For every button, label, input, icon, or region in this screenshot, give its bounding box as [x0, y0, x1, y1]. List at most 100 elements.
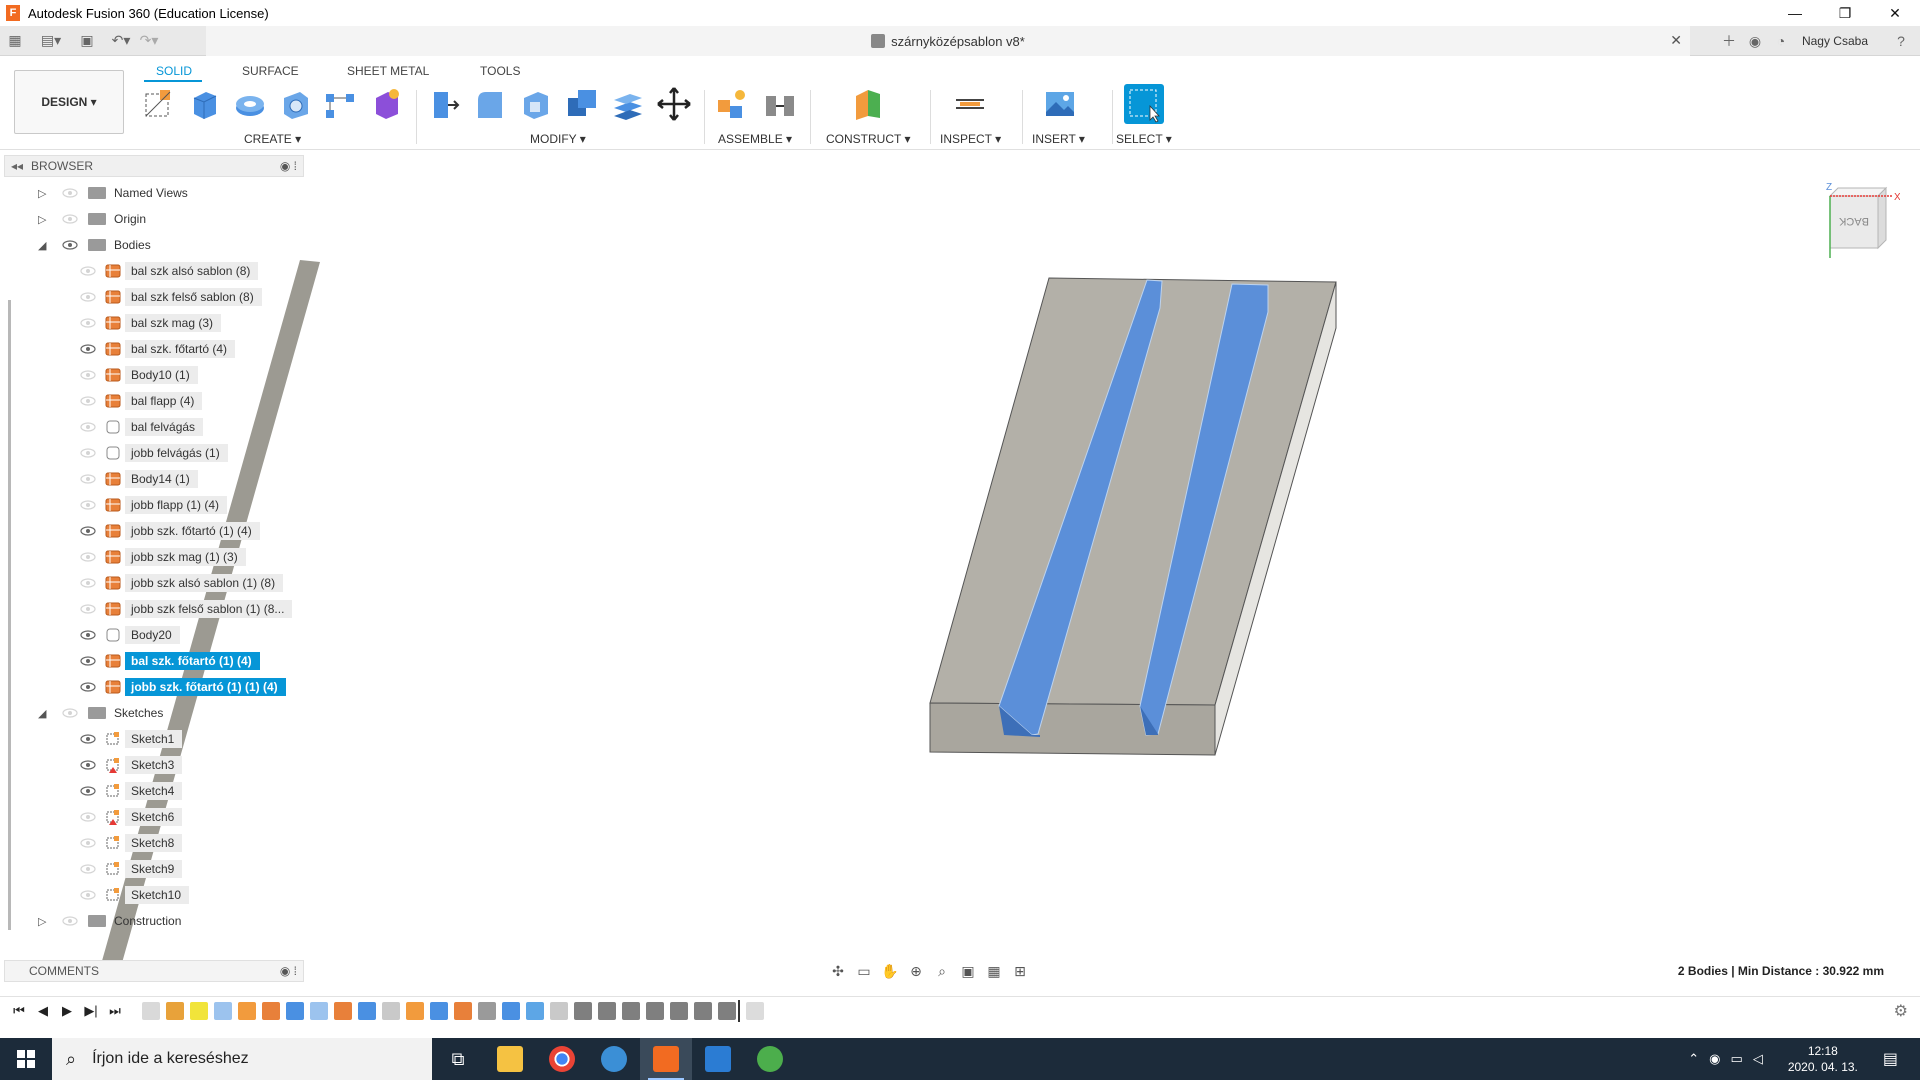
visibility-eye-icon[interactable] — [80, 422, 96, 432]
timeline-feature[interactable] — [358, 1001, 376, 1020]
taskbar-search[interactable]: ⌕ Írjon ide a kereséshez — [52, 1038, 432, 1080]
select-tool-icon[interactable] — [1124, 84, 1164, 124]
browser-header[interactable]: ◂◂ BROWSER ◉ ⁞ — [4, 155, 304, 177]
tray-expand-icon[interactable]: ⌃ — [1688, 1051, 1699, 1067]
browser-item-bal-szk-f-tart-1-4[interactable]: bal szk. főtartó (1) (4) — [8, 651, 308, 671]
timeline-feature[interactable] — [746, 1001, 764, 1020]
construct-menu[interactable]: CONSTRUCT ▾ — [826, 132, 910, 146]
browser-folder-named-views[interactable]: ▷ Named Views — [8, 183, 308, 203]
visibility-eye-icon[interactable] — [80, 656, 96, 666]
browser-item-jobb-felv-g-s-1[interactable]: jobb felvágás (1) — [8, 443, 308, 463]
browser-item-jobb-szk-f-tart-1-4[interactable]: jobb szk. főtartó (1) (4) — [8, 521, 308, 541]
browser-item-jobb-szk-f-tart-1-1-4[interactable]: jobb szk. főtartó (1) (1) (4) — [8, 677, 308, 697]
tab-tools[interactable]: TOOLS — [480, 64, 520, 78]
timeline-feature[interactable] — [646, 1001, 664, 1020]
insert-menu[interactable]: INSERT ▾ — [1032, 132, 1085, 146]
close-tab-icon[interactable]: ✕ — [1670, 32, 1682, 49]
browser-item-jobb-flapp-1-4[interactable]: jobb flapp (1) (4) — [8, 495, 308, 515]
browser-item-bal-felv-g-s[interactable]: bal felvágás — [8, 417, 308, 437]
create-menu[interactable]: CREATE ▾ — [244, 132, 301, 146]
taskbar-fusion[interactable] — [640, 1038, 692, 1080]
save-icon[interactable]: ▣ — [76, 30, 98, 52]
combine-icon[interactable] — [564, 86, 600, 122]
timeline-prev-icon[interactable]: ◀ — [32, 1001, 54, 1021]
browser-folder-origin[interactable]: ▷ Origin — [8, 209, 308, 229]
offset-face-icon[interactable] — [610, 86, 646, 122]
volume-icon[interactable]: ◁ — [1753, 1051, 1763, 1067]
joint-icon[interactable] — [762, 86, 798, 122]
collapse-browser-icon[interactable]: ◂◂ — [11, 159, 23, 173]
start-button[interactable] — [0, 1038, 52, 1080]
timeline-feature[interactable] — [718, 1001, 736, 1020]
browser-item-sketch6[interactable]: Sketch6 — [8, 807, 308, 827]
tab-sheet-metal[interactable]: SHEET METAL — [347, 64, 429, 78]
minimize-button[interactable]: — — [1770, 0, 1820, 26]
visibility-eye-icon[interactable] — [80, 318, 96, 328]
visibility-eye-icon[interactable] — [80, 500, 96, 510]
file-menu-icon[interactable]: ▤▾ — [40, 30, 62, 52]
create-sketch-icon[interactable] — [140, 86, 176, 122]
tray-app-icon[interactable]: ◉ — [1709, 1051, 1720, 1067]
help-icon[interactable]: ? — [1890, 30, 1912, 52]
timeline-feature[interactable] — [502, 1001, 520, 1020]
taskbar-utorrent[interactable] — [744, 1038, 796, 1080]
visibility-eye-icon[interactable] — [80, 604, 96, 614]
timeline-feature[interactable] — [166, 1001, 184, 1020]
visibility-eye-icon[interactable] — [80, 266, 96, 276]
fillet-icon[interactable] — [472, 86, 508, 122]
visibility-eye-icon[interactable] — [80, 890, 96, 900]
taskbar-explorer[interactable] — [484, 1038, 536, 1080]
timeline-feature[interactable] — [142, 1001, 160, 1020]
taskbar-app-3[interactable] — [588, 1038, 640, 1080]
visibility-eye-icon[interactable] — [80, 864, 96, 874]
pan-icon[interactable]: ✋ — [880, 961, 900, 981]
zoom-icon[interactable]: ⊕ — [906, 961, 926, 981]
hole-icon[interactable] — [278, 86, 314, 122]
timeline-play-icon[interactable]: ▶ — [56, 1001, 78, 1021]
browser-item-bal-szk-mag-3[interactable]: bal szk mag (3) — [8, 313, 308, 333]
visibility-eye-icon[interactable] — [80, 682, 96, 692]
taskbar-photos[interactable] — [692, 1038, 744, 1080]
taskbar-chrome[interactable] — [536, 1038, 588, 1080]
timeline-feature[interactable] — [286, 1001, 304, 1020]
visibility-eye-icon[interactable] — [80, 760, 96, 770]
assemble-menu[interactable]: ASSEMBLE ▾ — [718, 132, 792, 146]
workspace-switcher[interactable]: DESIGN ▾ — [14, 70, 124, 134]
press-pull-icon[interactable] — [426, 86, 462, 122]
timeline-feature[interactable] — [478, 1001, 496, 1020]
clock[interactable]: 12:18 2020. 04. 13. — [1788, 1043, 1858, 1075]
document-tab[interactable]: szárnyközépsablon v8* ✕ — [206, 26, 1690, 56]
visibility-eye-icon[interactable] — [80, 292, 96, 302]
modify-menu[interactable]: MODIFY ▾ — [530, 132, 586, 146]
browser-item-jobb-szk-mag-1-3[interactable]: jobb szk mag (1) (3) — [8, 547, 308, 567]
extensions-icon[interactable]: ◉ — [1744, 30, 1766, 52]
timeline-feature[interactable] — [262, 1001, 280, 1020]
close-button[interactable]: ✕ — [1870, 0, 1920, 26]
visibility-eye-icon[interactable] — [80, 786, 96, 796]
timeline-feature[interactable] — [670, 1001, 688, 1020]
browser-item-sketch3[interactable]: Sketch3 — [8, 755, 308, 775]
job-status-icon[interactable]: ◔ — [1770, 30, 1792, 52]
browser-item-sketch9[interactable]: Sketch9 — [8, 859, 308, 879]
visibility-eye-icon[interactable] — [80, 812, 96, 822]
visibility-eye-icon[interactable] — [62, 240, 78, 250]
expand-toggle-icon[interactable]: ▷ — [38, 213, 50, 226]
timeline-feature[interactable] — [382, 1001, 400, 1020]
shell-icon[interactable] — [518, 86, 554, 122]
browser-folder-construction[interactable]: ▷ Construction — [8, 911, 308, 931]
browser-item-jobb-szk-fels-sablon-1-8[interactable]: jobb szk felső sablon (1) (8... — [8, 599, 308, 619]
timeline-marker[interactable] — [738, 999, 740, 1022]
timeline-feature[interactable] — [214, 1001, 232, 1020]
browser-folder-bodies[interactable]: ◢ Bodies — [8, 235, 308, 255]
timeline-settings-icon[interactable]: ⚙ — [1894, 1001, 1908, 1021]
tab-solid[interactable]: SOLID — [156, 64, 192, 78]
pattern-icon[interactable] — [322, 86, 358, 122]
browser-item-bal-szk-als-sablon-8[interactable]: bal szk alsó sablon (8) — [8, 261, 308, 281]
expand-toggle-icon[interactable]: ◢ — [38, 707, 50, 720]
visibility-eye-icon[interactable] — [62, 214, 78, 224]
timeline-feature[interactable] — [574, 1001, 592, 1020]
timeline-feature[interactable] — [694, 1001, 712, 1020]
timeline-feature[interactable] — [526, 1001, 544, 1020]
network-icon[interactable]: ▭ — [1731, 1051, 1743, 1067]
visibility-eye-icon[interactable] — [80, 396, 96, 406]
